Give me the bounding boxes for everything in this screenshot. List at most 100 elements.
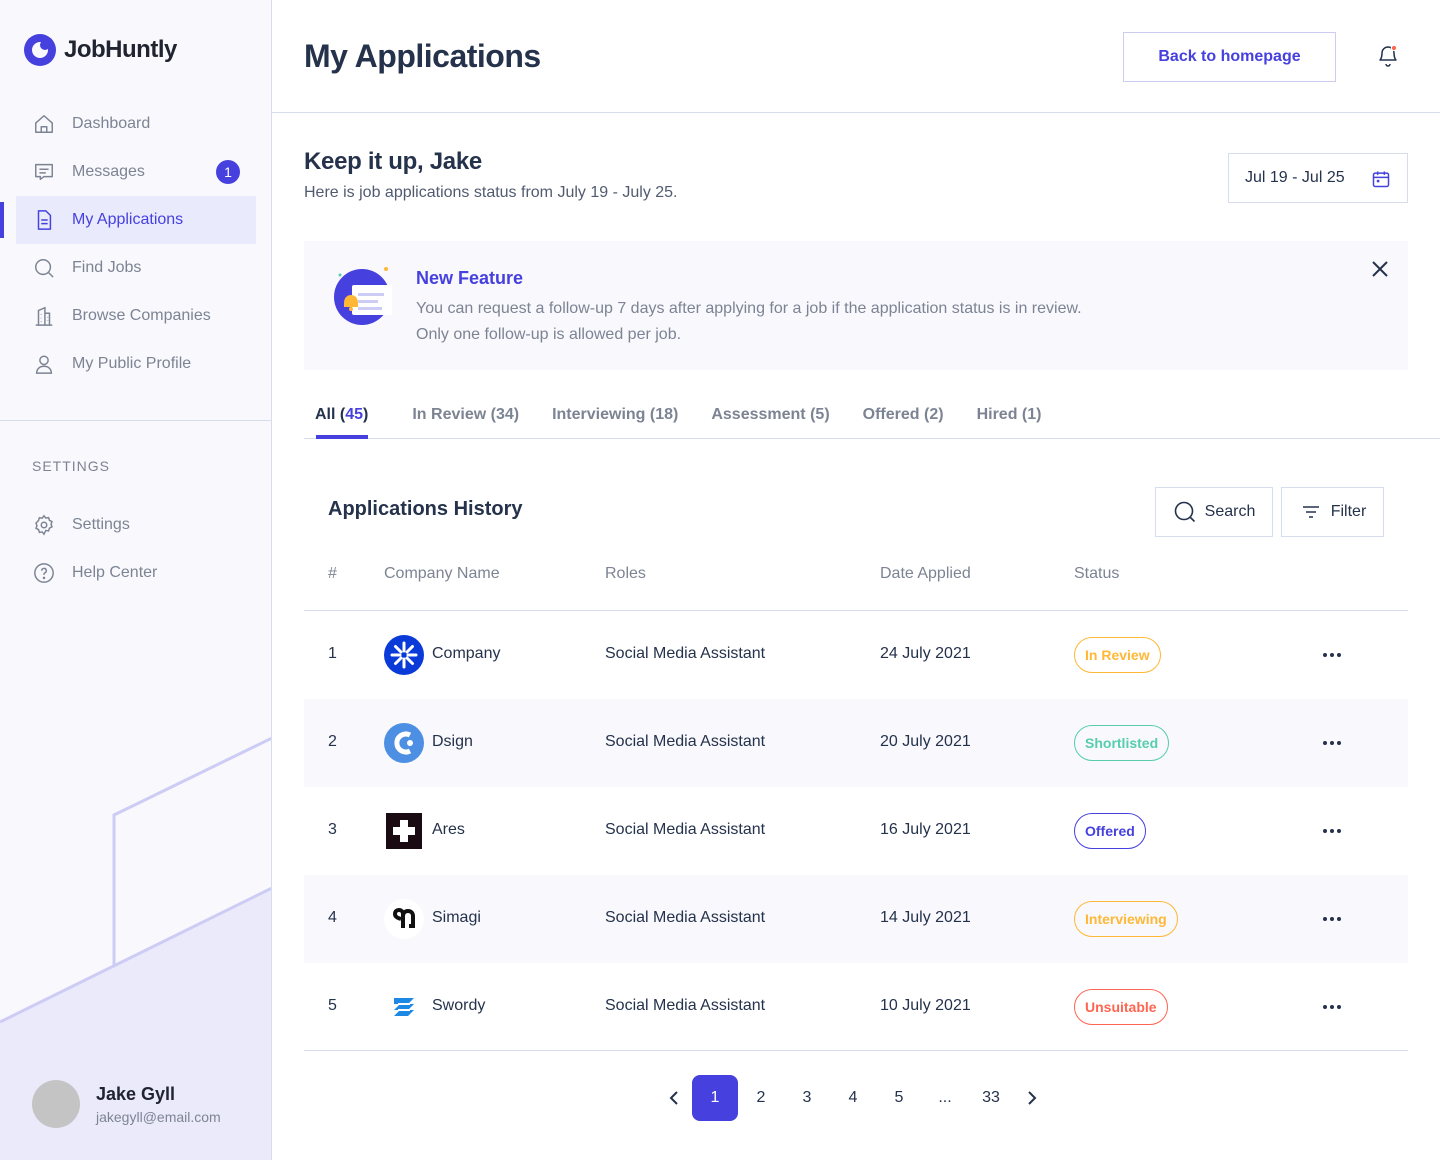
pagination: 1 2 3 4 5 ... 33 — [658, 1075, 1048, 1121]
status-badge: Offered — [1074, 813, 1146, 849]
tab-label: All — [315, 406, 336, 423]
calendar-icon — [1371, 169, 1391, 194]
notification-bell-icon[interactable] — [1376, 44, 1400, 68]
sidebar-item-label: Dashboard — [72, 115, 151, 132]
greeting-subtitle: Here is job applications status from Jul… — [304, 184, 678, 201]
sidebar-item-help-center[interactable]: Help Center — [16, 549, 256, 597]
main-content: My Applications Back to homepage Keep it… — [272, 0, 1440, 1160]
avatar — [32, 1080, 80, 1128]
page-button[interactable]: 1 — [692, 1075, 738, 1121]
feature-description: You can request a follow-up 7 days after… — [416, 296, 1216, 348]
back-to-homepage-button[interactable]: Back to homepage — [1123, 32, 1336, 82]
sidebar-item-browse-companies[interactable]: Browse Companies — [16, 292, 256, 340]
more-options-icon[interactable] — [1320, 909, 1344, 929]
date-applied: 10 July 2021 — [880, 997, 971, 1014]
status-badge: Interviewing — [1074, 901, 1178, 937]
table-divider — [304, 1050, 1408, 1051]
sidebar-item-label: My Applications — [72, 211, 184, 228]
sidebar-item-dashboard[interactable]: Dashboard — [16, 100, 256, 148]
more-options-icon[interactable] — [1320, 821, 1344, 841]
column-header: # — [328, 565, 337, 582]
date-range-picker[interactable]: Jul 19 - Jul 25 — [1228, 153, 1408, 203]
table-row[interactable]: 1 Company Social Media Assistant 24 July… — [304, 611, 1408, 699]
tab-in-review[interactable]: In Review (34) — [412, 392, 519, 438]
page-button[interactable]: 2 — [738, 1075, 784, 1121]
row-number: 4 — [328, 909, 337, 926]
filter-button[interactable]: Filter — [1281, 487, 1384, 537]
company-name: Simagi — [432, 909, 481, 926]
tab-count: 5 — [815, 406, 825, 423]
company-logo-icon — [384, 811, 424, 851]
sidebar-item-messages[interactable]: Messages 1 — [16, 148, 256, 196]
company-name: Swordy — [432, 997, 486, 1014]
sidebar-item-label: Settings — [72, 516, 130, 533]
row-number: 1 — [328, 645, 337, 662]
tab-label: Hired — [976, 406, 1018, 423]
status-badge: In Review — [1074, 637, 1161, 673]
user-email: jakegyll@email.com — [96, 1108, 221, 1125]
sidebar-item-settings[interactable]: Settings — [16, 501, 256, 549]
company-logo-icon — [384, 723, 424, 763]
tab-interviewing[interactable]: Interviewing (18) — [552, 392, 678, 438]
sidebar-item-label: Browse Companies — [72, 307, 211, 324]
page-button[interactable]: 3 — [784, 1075, 830, 1121]
tab-hired[interactable]: Hired (1) — [977, 392, 1042, 438]
tab-label: Interviewing — [552, 406, 646, 423]
page-button[interactable]: 4 — [830, 1075, 876, 1121]
company-logo-icon — [384, 635, 424, 675]
sidebar-item-label: My Public Profile — [72, 355, 192, 372]
column-header: Company Name — [384, 565, 500, 582]
tab-label: In Review — [412, 406, 487, 423]
greeting-title: Keep it up, Jake — [304, 148, 482, 175]
feature-illustration-icon — [334, 267, 392, 325]
sidebar-item-find-jobs[interactable]: Find Jobs — [16, 244, 256, 292]
company-name: Dsign — [432, 733, 473, 750]
page-title: My Applications — [304, 38, 541, 74]
filter-button-label: Filter — [1330, 503, 1367, 520]
status-tabs: All (45) In Review (34) Interviewing (18… — [304, 392, 1440, 439]
home-icon — [32, 112, 56, 136]
chevron-right-icon[interactable] — [1014, 1075, 1048, 1121]
page-button[interactable]: 5 — [876, 1075, 922, 1121]
table-row[interactable]: 4 Simagi Social Media Assistant 14 July … — [304, 875, 1408, 963]
chevron-left-icon[interactable] — [658, 1075, 692, 1121]
tab-count: 1 — [1027, 406, 1037, 423]
help-icon — [32, 561, 56, 585]
building-icon — [32, 304, 56, 328]
table-row[interactable]: 3 Ares Social Media Assistant 16 July 20… — [304, 787, 1408, 875]
new-feature-banner: New Feature You can request a follow-up … — [304, 241, 1408, 370]
app-logo[interactable]: JobHuntly — [24, 34, 177, 66]
unread-badge: 1 — [216, 160, 240, 184]
role: Social Media Assistant — [605, 997, 766, 1014]
table-row[interactable]: 5 Swordy Social Media Assistant 10 July … — [304, 963, 1408, 1051]
table-row[interactable]: 2 Dsign Social Media Assistant 20 July 2… — [304, 699, 1408, 787]
role: Social Media Assistant — [605, 645, 766, 662]
close-icon[interactable] — [1370, 259, 1390, 279]
tab-assessment[interactable]: Assessment (5) — [711, 392, 829, 438]
feature-title: New Feature — [416, 268, 524, 288]
row-number: 3 — [328, 821, 337, 838]
user-profile[interactable]: Jake Gyll jakegyll@email.com — [32, 1080, 221, 1128]
role: Social Media Assistant — [605, 733, 766, 750]
search-icon — [1174, 501, 1195, 523]
company-logo-icon — [384, 987, 424, 1027]
sidebar-divider — [0, 420, 271, 421]
tab-label: Assessment — [711, 406, 806, 423]
tab-offered[interactable]: Offered (2) — [863, 392, 944, 438]
date-applied: 16 July 2021 — [880, 821, 971, 838]
settings-heading: SETTINGS — [32, 458, 111, 474]
app-name: JobHuntly — [64, 36, 177, 63]
more-options-icon[interactable] — [1320, 733, 1344, 753]
more-options-icon[interactable] — [1320, 997, 1344, 1017]
column-header: Status — [1074, 565, 1120, 582]
role: Social Media Assistant — [605, 821, 766, 838]
search-button[interactable]: Search — [1155, 487, 1273, 537]
column-header: Roles — [605, 565, 646, 582]
tab-all[interactable]: All (45) — [315, 392, 369, 439]
sidebar-item-public-profile[interactable]: My Public Profile — [16, 340, 256, 388]
page-button[interactable]: 33 — [968, 1075, 1014, 1121]
company-logo-icon — [384, 899, 424, 939]
more-options-icon[interactable] — [1320, 645, 1344, 665]
sidebar-item-my-applications[interactable]: My Applications — [0, 196, 256, 244]
gear-icon — [32, 513, 56, 537]
